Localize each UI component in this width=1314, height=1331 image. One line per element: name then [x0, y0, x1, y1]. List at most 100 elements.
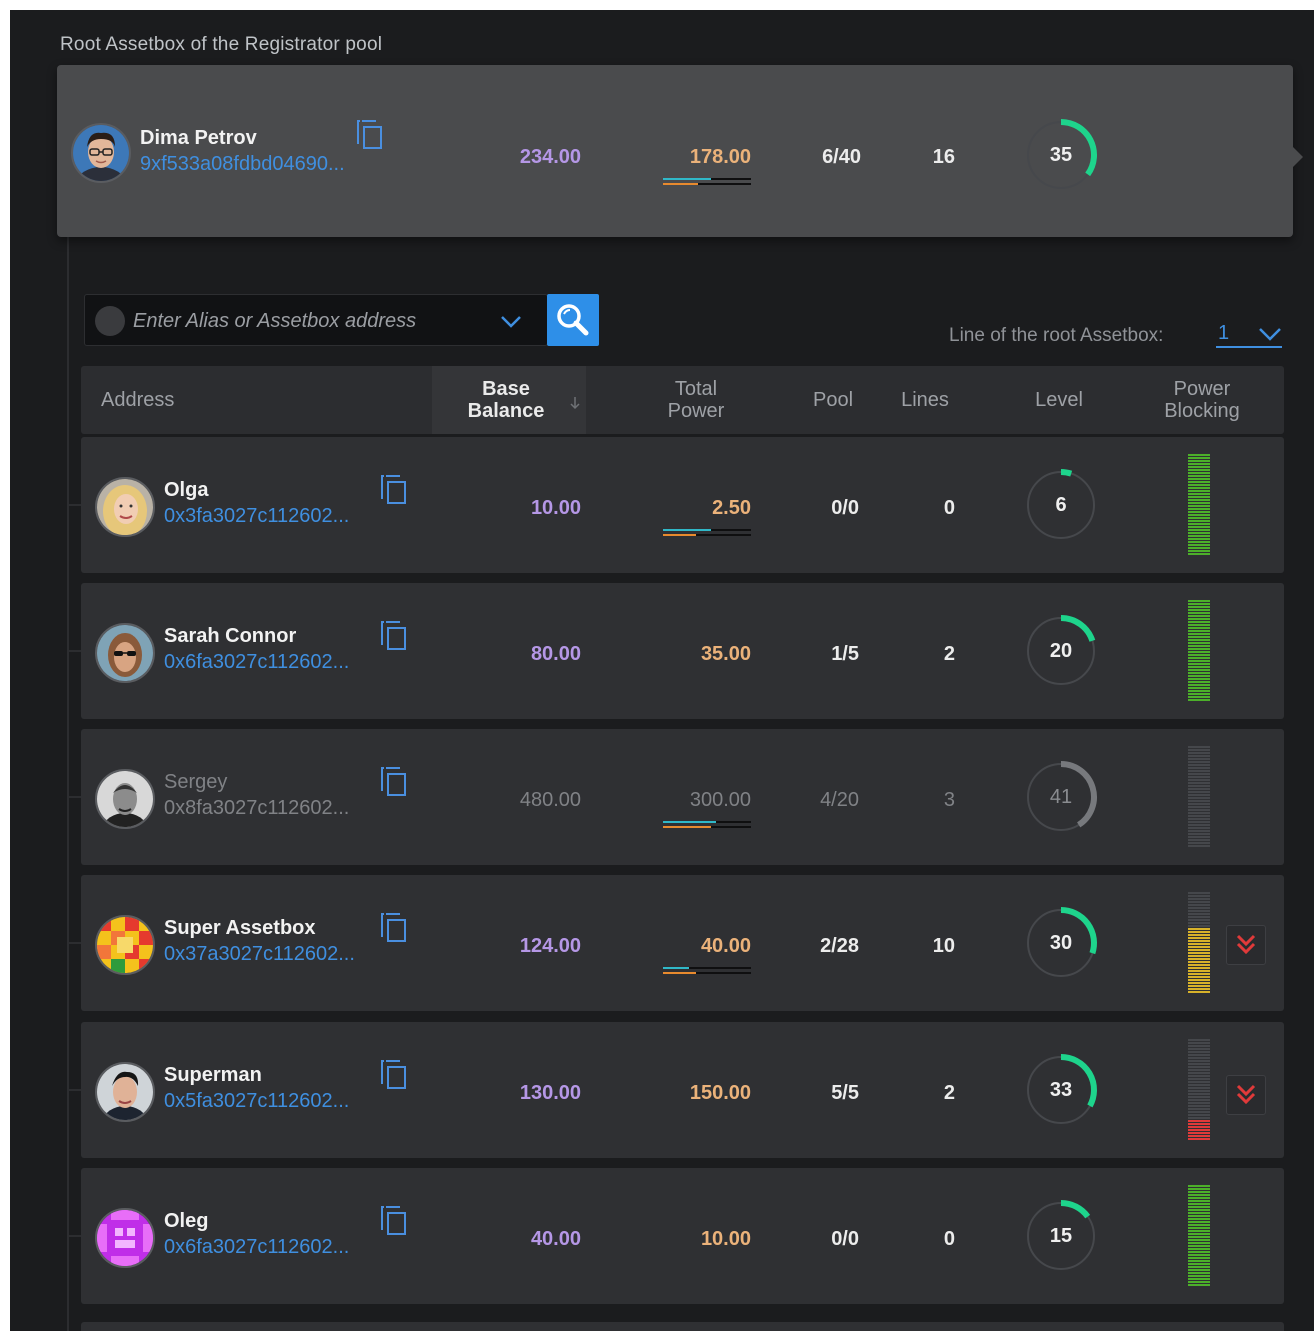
- chevron-down-icon[interactable]: [499, 309, 523, 333]
- user-name: Sergey: [164, 771, 228, 793]
- base-balance: 80.00: [530, 643, 581, 665]
- chevron-down-icon: [1259, 328, 1281, 341]
- power-blocking-meter: [1188, 454, 1210, 556]
- power-bar-primary: [663, 967, 751, 969]
- user-address-link[interactable]: 0x5fa3027c112602...: [164, 1090, 349, 1113]
- power-blocking-meter: [1188, 1185, 1210, 1287]
- expand-button[interactable]: [1226, 925, 1266, 965]
- assetbox-pool-panel: Root Assetbox of the Registrator pool Di…: [10, 10, 1314, 1331]
- lines: 2: [943, 1082, 955, 1104]
- total-power: 150.00: [689, 1082, 751, 1104]
- pool: 1/5: [831, 643, 859, 665]
- total-power: 35.00: [700, 643, 751, 665]
- power-bar-secondary: [663, 534, 751, 536]
- root-card-pointer: [1293, 147, 1303, 167]
- tree-connector-line: [67, 237, 69, 1331]
- pool: 4/20: [820, 789, 859, 811]
- level-gauge: 41: [1023, 759, 1099, 835]
- table-row-partial: [81, 1322, 1284, 1331]
- user-avatar: [95, 915, 155, 975]
- power-blocking-bars: [1188, 1185, 1210, 1286]
- total-power: 40.00: [700, 935, 751, 957]
- header-power-blocking[interactable]: Power Blocking: [1147, 378, 1257, 422]
- header-power-blocking-line1: Power: [1173, 378, 1231, 400]
- root-total-power: 178.00: [689, 146, 751, 168]
- lines: 3: [943, 789, 955, 811]
- base-balance: 10.00: [530, 497, 581, 519]
- table-row[interactable]: Sarah Connor 0x6fa3027c112602... 80.00 35.0…: [67, 583, 1284, 719]
- base-balance: 124.00: [519, 935, 581, 957]
- table-header: Address Base Balance Total Power Pool Li…: [81, 366, 1284, 434]
- root-pool: 6/40: [822, 146, 861, 168]
- lines: 10: [932, 935, 955, 957]
- root-avatar: [71, 123, 131, 183]
- user-address-link[interactable]: 0x6fa3027c112602...: [164, 651, 349, 674]
- user-address-link[interactable]: 0x37a3027c112602...: [164, 943, 355, 966]
- tree-connector: [67, 650, 81, 652]
- header-total-power-line2: Power: [667, 400, 725, 422]
- user-avatar: [95, 769, 155, 829]
- sort-arrow-icon[interactable]: [570, 396, 580, 410]
- tree-connector: [67, 1089, 81, 1091]
- pool: 2/28: [820, 935, 859, 957]
- search-avatar-placeholder: [95, 306, 125, 336]
- copy-icon[interactable]: [381, 1206, 407, 1236]
- header-base-balance[interactable]: Base Balance: [456, 378, 556, 422]
- header-total-power[interactable]: Total Power: [646, 378, 746, 422]
- power-bar-primary: [663, 178, 751, 180]
- power-blocking-bars: [1188, 1039, 1210, 1140]
- table-row[interactable]: Sergey 0x8fa3027c112602... 480.00 300.00 4/2…: [67, 729, 1284, 865]
- double-chevron-down-icon: [1236, 934, 1256, 955]
- copy-icon[interactable]: [381, 621, 407, 651]
- line-selector-dropdown[interactable]: 1: [1216, 322, 1282, 348]
- search-button[interactable]: [547, 294, 599, 346]
- user-name: Olga: [164, 479, 209, 501]
- root-address-link[interactable]: 9xf533a08fdbd04690...: [140, 153, 345, 176]
- table-row[interactable]: Super Assetbox 0x37a3027c112602... 124.00 4…: [67, 875, 1284, 1011]
- expand-button[interactable]: [1226, 1075, 1266, 1115]
- avatar-man-glasses-icon: [73, 125, 129, 181]
- power-blocking-meter: [1188, 892, 1210, 994]
- avatar-man-suit-icon: [97, 1064, 153, 1120]
- section-title: Root Assetbox of the Registrator pool: [60, 34, 383, 55]
- level-gauge: 15: [1023, 1198, 1099, 1274]
- table-row[interactable]: Oleg 0x6fa3027c112602... 40.00 10.00 0/0 0 15: [67, 1168, 1284, 1304]
- power-bars: [663, 967, 751, 979]
- header-level[interactable]: Level: [1027, 389, 1091, 411]
- copy-icon[interactable]: [381, 475, 407, 505]
- tree-connector: [67, 796, 81, 798]
- copy-icon[interactable]: [381, 767, 407, 797]
- copy-icon[interactable]: [381, 913, 407, 943]
- tree-connector: [67, 1235, 81, 1237]
- root-base-balance: 234.00: [519, 146, 581, 168]
- root-power-bars: [663, 178, 751, 190]
- search-input[interactable]: [131, 303, 495, 339]
- table-row[interactable]: Superman 0x5fa3027c112602... 130.00 150.00 5…: [67, 1022, 1284, 1158]
- user-name: Superman: [164, 1064, 262, 1086]
- copy-icon[interactable]: [357, 120, 383, 150]
- avatar-pixel-pattern-icon: [97, 917, 153, 973]
- header-pool[interactable]: Pool: [803, 389, 863, 411]
- header-lines[interactable]: Lines: [893, 389, 957, 411]
- root-assetbox-card[interactable]: Dima Petrov 9xf533a08fdbd04690... 234.00…: [57, 65, 1303, 237]
- pool: 0/0: [831, 497, 859, 519]
- copy-icon[interactable]: [381, 1060, 407, 1090]
- line-selector-label: Line of the root Assetbox:: [949, 325, 1164, 346]
- power-blocking-meter: [1188, 1039, 1210, 1141]
- level-gauge: 20: [1023, 613, 1099, 689]
- root-level-gauge: 35: [1023, 117, 1099, 193]
- root-lines: 16: [932, 146, 955, 168]
- pool: 5/5: [831, 1082, 859, 1104]
- pool: 0/0: [831, 1228, 859, 1250]
- user-address-link[interactable]: 0x8fa3027c112602...: [164, 797, 349, 820]
- header-address[interactable]: Address: [101, 389, 174, 411]
- table-row[interactable]: Olga 0x3fa3027c112602... 10.00 2.50 0/0 0 6: [67, 437, 1284, 573]
- avatar-woman-sunglasses-icon: [97, 625, 153, 681]
- user-name: Oleg: [164, 1210, 209, 1232]
- header-total-power-line1: Total: [674, 378, 718, 400]
- user-address-link[interactable]: 0x3fa3027c112602...: [164, 505, 349, 528]
- level-value: 41: [1049, 786, 1073, 808]
- power-blocking-meter: [1188, 600, 1210, 702]
- user-address-link[interactable]: 0x6fa3027c112602...: [164, 1236, 349, 1259]
- level-value: 6: [1055, 494, 1067, 516]
